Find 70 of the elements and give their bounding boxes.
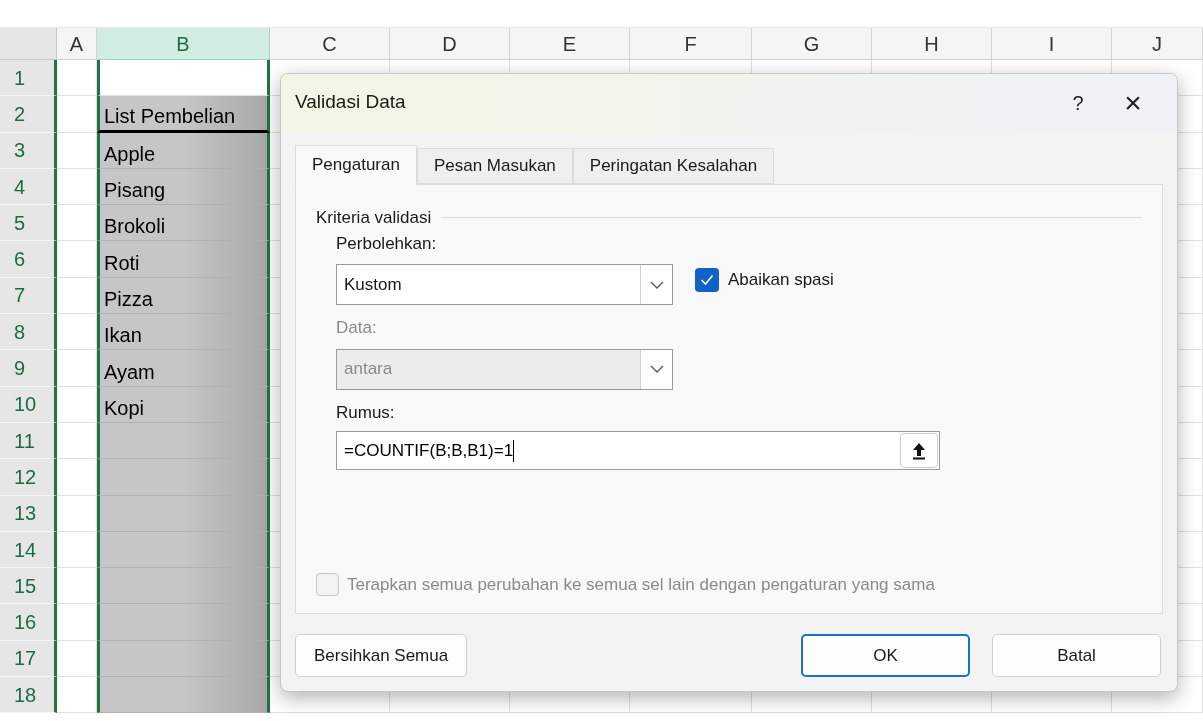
sheet-cell[interactable]: Ikan (97, 314, 270, 351)
column-header[interactable]: J (1112, 28, 1203, 60)
chevron-down-icon (649, 365, 664, 373)
row-header[interactable]: 7 (0, 277, 57, 315)
field-label: Data: (336, 317, 378, 339)
column-header[interactable]: F (630, 28, 752, 60)
sheet-cell[interactable]: Roti (97, 241, 270, 278)
sheet-cell[interactable] (97, 495, 270, 532)
column-header[interactable]: A (57, 28, 97, 60)
row-header[interactable]: 5 (0, 205, 57, 242)
sheet-cell[interactable] (97, 677, 270, 714)
checkbox[interactable] (695, 267, 719, 292)
sheet-cell[interactable]: Brokoli (97, 205, 270, 242)
checkbox-label: Abaikan spasi (728, 268, 834, 291)
chevron-down-icon (649, 280, 664, 289)
sheet-cell[interactable] (97, 60, 270, 97)
dialog-button[interactable]: Bersihkan Semua (295, 634, 468, 677)
row-header[interactable]: 15 (0, 568, 57, 605)
tab[interactable]: Pengaturan (295, 145, 417, 185)
column-header[interactable]: D (390, 28, 510, 60)
help-button[interactable]: ? (1053, 87, 1103, 118)
collapse-button[interactable] (900, 433, 938, 468)
select-all-corner[interactable] (0, 28, 57, 60)
sheet-cell[interactable]: Kopi (97, 386, 270, 423)
sheet-cell[interactable]: List Pembelian (97, 96, 270, 133)
row-header[interactable]: 16 (0, 604, 57, 641)
row-header[interactable]: 9 (0, 350, 57, 387)
formula-field[interactable]: =COUNTIF(B;B,B1)=1 (336, 431, 940, 470)
sheet-cell[interactable]: Ayam (97, 350, 270, 387)
row-header[interactable]: 12 (0, 459, 57, 496)
sheet-cell[interactable] (97, 459, 270, 496)
column-header[interactable]: G (752, 28, 872, 60)
sheet-cell[interactable]: Pisang (97, 168, 270, 206)
tab[interactable]: Peringatan Kesalahan (572, 148, 775, 184)
sheet-cell[interactable] (97, 604, 270, 641)
field-label: Perbolehkan: (336, 232, 438, 255)
column-header[interactable]: B (97, 28, 270, 60)
sheet-cell[interactable] (97, 640, 270, 678)
close-button[interactable]: × (1103, 80, 1163, 125)
sheet-cell[interactable]: Pizza (97, 277, 270, 315)
sheet-cell[interactable]: Apple (97, 132, 270, 169)
dropdown[interactable]: Kustom (336, 264, 673, 305)
checkbox-label: Terapkan semua perubahan ke semua sel lain dengan pengaturan yang sama (347, 573, 935, 596)
sheet-cell[interactable] (97, 531, 270, 569)
column-header[interactable]: H (872, 28, 992, 60)
dialog-button[interactable]: OK (801, 634, 970, 677)
dialog-button[interactable]: Batal (992, 634, 1161, 677)
row-header[interactable]: 1 (0, 60, 57, 97)
row-header[interactable]: 6 (0, 241, 57, 278)
column-header[interactable]: I (992, 28, 1112, 60)
row-header[interactable]: 13 (0, 495, 57, 532)
row-header[interactable]: 8 (0, 314, 57, 351)
dialog-title: Validasi Data (295, 90, 407, 115)
sheet-cell[interactable] (97, 568, 270, 605)
row-header[interactable]: 18 (0, 677, 57, 714)
row-header[interactable]: 17 (0, 640, 57, 678)
column-header[interactable]: C (270, 28, 390, 60)
sheet-cell[interactable] (97, 422, 270, 460)
row-header[interactable]: 3 (0, 132, 57, 169)
column-header[interactable]: E (510, 28, 630, 60)
group-title: Kriteria validasi (316, 207, 432, 229)
tab[interactable]: Pesan Masukan (416, 148, 573, 184)
row-header[interactable]: 11 (0, 422, 57, 460)
row-header[interactable]: 4 (0, 168, 57, 206)
upload-arrow-icon (912, 441, 926, 460)
checkmark-icon (700, 273, 714, 286)
row-header[interactable]: 10 (0, 386, 57, 423)
row-header[interactable]: 2 (0, 96, 57, 133)
field-label: Rumus: (336, 401, 396, 424)
row-header[interactable]: 14 (0, 531, 57, 569)
